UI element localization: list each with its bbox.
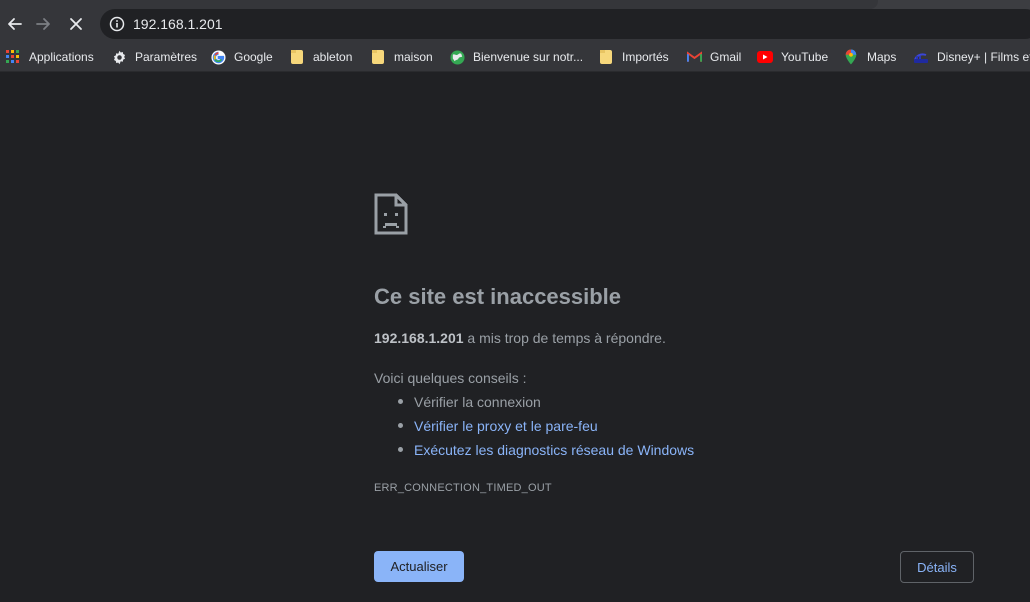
bookmark-folder-maison[interactable]: maison [370, 48, 433, 66]
back-arrow-icon [8, 18, 22, 30]
error-message-text: a mis trop de temps à répondre. [463, 330, 666, 346]
error-code: ERR_CONNECTION_TIMED_OUT [374, 482, 552, 494]
error-title: Ce site est inaccessible [374, 284, 622, 309]
back-button[interactable] [0, 10, 28, 38]
error-host: 192.168.1.201 [374, 330, 464, 346]
sad-page-icon [374, 193, 408, 235]
bookmark-bienvenue[interactable]: Bienvenue sur notr... [449, 48, 583, 66]
google-icon [210, 49, 226, 65]
bookmark-gmail[interactable]: Gmail [686, 48, 741, 66]
gear-icon [111, 49, 127, 65]
bookmark-applications[interactable]: Applications [5, 48, 94, 66]
bookmarks-bar: Applications Paramètres Google ableton m… [0, 42, 1030, 72]
active-tab-edge [0, 0, 878, 9]
details-button[interactable]: Détails [900, 551, 974, 583]
bookmark-maps[interactable]: Maps [843, 48, 896, 66]
close-icon [70, 18, 82, 30]
tab-strip [0, 0, 1030, 9]
url-text[interactable]: 192.168.1.201 [133, 15, 223, 33]
browser-toolbar: 192.168.1.201 [0, 0, 1030, 42]
bookmark-label: Applications [29, 50, 94, 64]
disney-icon [913, 49, 929, 65]
maps-icon [843, 49, 859, 65]
forward-arrow-icon [36, 18, 50, 30]
bookmark-google[interactable]: Google [210, 48, 273, 66]
gmail-icon [686, 49, 702, 65]
tips-list: Vérifier la connexion Vérifier le proxy … [397, 393, 694, 465]
bookmark-label: Maps [867, 50, 897, 64]
bookmark-label: Google [234, 50, 273, 64]
youtube-icon [757, 49, 773, 65]
info-icon[interactable] [109, 16, 125, 32]
tip-run-diagnostics-link[interactable]: Exécutez les diagnostics réseau de Windo… [397, 441, 694, 465]
error-message: 192.168.1.201 a mis trop de temps à répo… [374, 330, 666, 346]
bookmark-label: Importés [622, 50, 669, 64]
bookmark-label: Bienvenue sur notr... [473, 50, 584, 64]
address-bar[interactable]: 192.168.1.201 [100, 9, 1030, 39]
apps-grid-icon [5, 49, 21, 65]
bookmark-folder-ableton[interactable]: ableton [289, 48, 352, 66]
bookmark-folder-importes[interactable]: Importés [598, 48, 669, 66]
bookmark-label: YouTube [781, 50, 829, 64]
reload-button[interactable]: Actualiser [374, 551, 464, 582]
bookmark-disney[interactable]: Disney+ | Films et [913, 48, 1030, 66]
globe-icon [449, 49, 465, 65]
folder-icon [598, 49, 614, 65]
tip-check-proxy-link[interactable]: Vérifier le proxy et le pare-feu [397, 417, 694, 441]
tips-heading: Voici quelques conseils : [374, 370, 527, 386]
bookmark-label: Gmail [710, 50, 742, 64]
bookmark-parametres[interactable]: Paramètres [111, 48, 197, 66]
tip-check-connection: Vérifier la connexion [397, 393, 694, 417]
bookmark-label: Paramètres [135, 50, 198, 64]
bookmark-label: ableton [313, 50, 353, 64]
stop-button[interactable] [62, 10, 90, 38]
bookmark-label: maison [394, 50, 433, 64]
folder-icon [370, 49, 386, 65]
folder-icon [289, 49, 305, 65]
bookmark-label: Disney+ | Films et [937, 50, 1030, 64]
bookmark-youtube[interactable]: YouTube [757, 48, 828, 66]
forward-button[interactable] [30, 10, 58, 38]
